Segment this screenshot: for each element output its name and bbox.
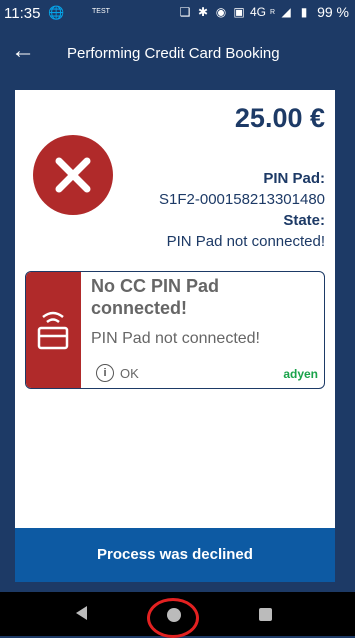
alert-title: No CC PIN Pad connected!: [91, 276, 220, 318]
alert-message: PIN Pad not connected!: [91, 330, 260, 347]
battery-icon: ▮: [300, 5, 308, 19]
app-notification-icon: 🌐: [48, 5, 65, 20]
state-value: PIN Pad not connected!: [166, 233, 325, 250]
adyen-logo: adyen: [283, 367, 318, 381]
ok-button[interactable]: i OK: [96, 364, 139, 382]
nav-back-icon[interactable]: [76, 606, 87, 620]
bluetooth-icon: ✱: [197, 5, 209, 19]
result-card: 25.00 € PIN Pad: S1F2-000158213301480 St…: [15, 90, 335, 528]
amount: 25.00 €: [234, 103, 325, 133]
error-icon: [33, 135, 113, 215]
status-bar: 11:35 🌐 TEST ❑ ✱ ◉ ▣ 4G R ◢ ▮ 99 %: [0, 0, 355, 28]
pin-pad-card-icon: [26, 272, 81, 388]
gallery-icon: ▣: [233, 5, 245, 19]
page-title: Performing Credit Card Booking: [67, 45, 280, 62]
back-arrow-icon[interactable]: ←: [10, 38, 36, 64]
navigation-bar: [0, 592, 355, 638]
battery-percent: 99 %: [317, 4, 349, 20]
pin-pad-label: PIN Pad:: [263, 170, 325, 187]
pin-pad-alert: No CC PIN Pad connected! PIN Pad not con…: [25, 271, 325, 389]
state-label: State:: [283, 212, 325, 229]
network-label: 4G: [250, 5, 267, 19]
declined-banner: Process was declined: [15, 528, 335, 582]
pin-pad-id: S1F2-000158213301480: [159, 191, 325, 208]
roaming-indicator: R: [270, 8, 276, 16]
test-label: TEST: [92, 8, 110, 15]
status-time: 11:35: [4, 5, 41, 22]
location-icon: ◉: [215, 5, 227, 19]
cast-icon: ❑: [179, 5, 191, 19]
info-icon: i: [96, 364, 114, 382]
nav-recents-icon[interactable]: [259, 608, 272, 621]
ok-label: OK: [120, 365, 139, 381]
app-bar: ← Performing Credit Card Booking: [0, 28, 355, 80]
nav-home-icon[interactable]: [167, 608, 181, 622]
signal-icon: ◢: [281, 5, 291, 19]
